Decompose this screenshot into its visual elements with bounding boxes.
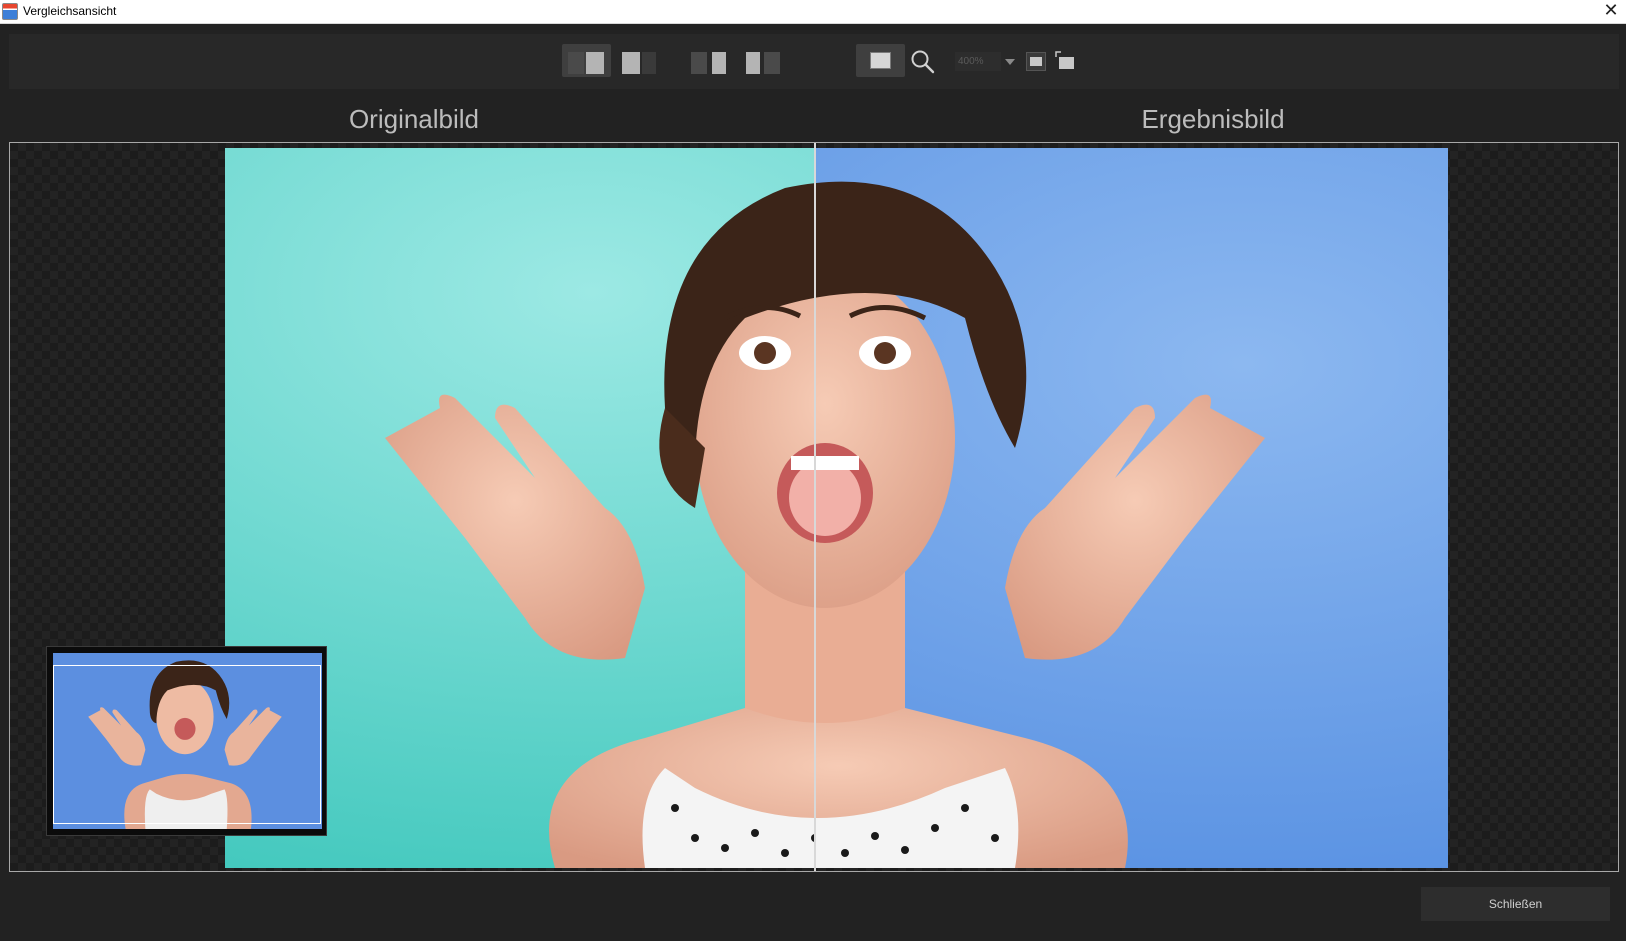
comparison-viewer[interactable] (9, 142, 1619, 872)
split-view-button[interactable] (562, 44, 611, 77)
navigator-viewport-rect[interactable] (53, 665, 321, 824)
split-divider-handle[interactable] (814, 143, 816, 871)
zoom-input[interactable]: 400% (955, 52, 1001, 71)
result-image (815, 148, 1448, 868)
navigator-thumbnail[interactable] (46, 646, 327, 836)
original-image-heading: Originalbild (348, 104, 480, 134)
single-image-icon (870, 52, 891, 69)
side-by-side-view-button[interactable] (685, 44, 734, 77)
chevron-down-icon[interactable] (1003, 52, 1017, 71)
result-image-heading: Ergebnisbild (1141, 104, 1285, 134)
single-image-view-button[interactable] (856, 44, 905, 77)
fullscreen-icon[interactable] (1054, 50, 1076, 72)
window-close-button[interactable]: ✕ (1600, 1, 1622, 23)
app-icon (2, 3, 18, 20)
window-title: Vergleichsansicht (23, 4, 117, 18)
toolbar: 400% (9, 34, 1619, 89)
magnifier-icon[interactable] (910, 49, 936, 75)
side-by-side-alt-view-button[interactable] (740, 44, 789, 77)
single-original-view-button[interactable] (616, 44, 665, 77)
close-button[interactable]: Schließen (1421, 887, 1610, 921)
fit-to-window-icon[interactable] (1026, 52, 1046, 71)
title-bar: Vergleichsansicht ✕ (0, 0, 1626, 24)
